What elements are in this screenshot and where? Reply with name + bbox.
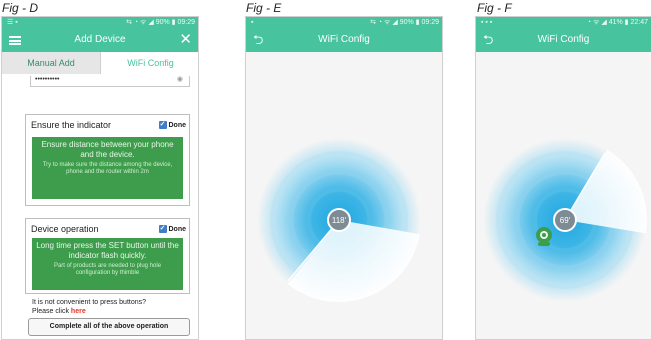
instruction-box: Long time press the SET button until the… [32, 238, 183, 290]
app-bar: ⮌ WiFi Config [246, 28, 442, 52]
done-checkbox[interactable]: ✓ Done [158, 121, 187, 129]
password-value: •••••••••• [35, 76, 60, 83]
app-bar: ⮌ WiFi Config [476, 28, 651, 52]
done-label: Done [168, 225, 187, 233]
status-bar: ▪ ⇆ ◔ ᯤ ◢ 90% ▮ 09:29 [246, 17, 442, 28]
status-right-text: ◔ ᯤ ◢ 41% ▮ 22:47 [586, 19, 648, 26]
page-title: Add Device [74, 34, 126, 45]
radar-svg: 118' [257, 138, 421, 302]
fig-f-label: Fig - F [477, 1, 512, 15]
fig-d-label: Fig - D [2, 1, 38, 15]
done-label: Done [168, 121, 187, 129]
status-bar: ☰ ▪ ⇆ ◔ ᯤ ◢ 90% ▮ 09:29 [2, 17, 198, 28]
password-field[interactable]: •••••••••• ◉ [30, 76, 190, 87]
phone-fig-d: ☰ ▪ ⇆ ◔ ᯤ ◢ 90% ▮ 09:29 Add Device ✕ Man… [1, 16, 199, 340]
page-title: WiFi Config [318, 34, 370, 45]
phone-fig-f: ▪ ▪ ▪ ◔ ᯤ ◢ 41% ▮ 22:47 ⮌ WiFi Config 69 [475, 16, 651, 340]
radar-svg: 69' [483, 138, 647, 302]
checkbox-checked-icon: ✓ [158, 121, 167, 129]
page-title: WiFi Config [537, 34, 590, 45]
inconvenient-text: It is not convenient to press buttons? P… [32, 298, 146, 316]
tab-bar: Manual Add WiFi Config [2, 52, 198, 74]
status-left-icons: ▪ [251, 19, 254, 26]
angle-text: 118' [332, 216, 347, 225]
tab-manual-add[interactable]: Manual Add [2, 52, 101, 74]
instruction-sub: Part of products are needed to plug hole… [53, 263, 162, 276]
instruction-box: Ensure distance between your phone and t… [32, 137, 183, 199]
tab-wifi-config[interactable]: WiFi Config [101, 52, 198, 74]
angle-text: 69' [560, 216, 571, 225]
status-left-icons: ☰ ▪ [7, 19, 18, 26]
ensure-indicator-card: Ensure the indicator ✓ Done Ensure distan… [25, 114, 190, 206]
fig-e-label: Fig - E [246, 1, 282, 15]
radar-area: 69' [476, 52, 651, 339]
instruction-sub: Try to make sure the distance among the … [42, 162, 173, 175]
radar-area: 118' [246, 52, 442, 339]
instruction-main: Ensure distance between your phone and t… [41, 140, 174, 159]
status-right-text: ⇆ ◔ ᯤ ◢ 90% ▮ 09:29 [126, 19, 195, 26]
eye-icon[interactable]: ◉ [177, 76, 183, 84]
phone-fig-e: ▪ ⇆ ◔ ᯤ ◢ 90% ▮ 09:29 ⮌ WiFi Config 118' [245, 16, 443, 340]
device-operation-card: Device operation ✓ Done Long time press t… [25, 218, 190, 294]
done-checkbox[interactable]: ✓ Done [158, 225, 187, 233]
status-right-text: ⇆ ◔ ᯤ ◢ 90% ▮ 09:29 [370, 19, 439, 26]
app-bar: Add Device ✕ [2, 28, 198, 52]
inconvenient-question: It is not convenient to press buttons? [32, 299, 147, 306]
instruction-main: Long time press the SET button until the… [36, 241, 179, 260]
status-bar: ▪ ▪ ▪ ◔ ᯤ ◢ 41% ▮ 22:47 [476, 17, 651, 28]
please-click-label: Please click [32, 308, 69, 315]
close-icon[interactable]: ✕ [179, 28, 192, 52]
here-link[interactable]: here [71, 308, 86, 315]
found-device-icon [536, 227, 552, 246]
complete-operation-button[interactable]: Complete all of the above operation [28, 318, 190, 336]
status-left-icons: ▪ ▪ ▪ [481, 19, 493, 26]
card-title: Ensure the indicator [31, 120, 112, 130]
checkbox-checked-icon: ✓ [158, 225, 167, 233]
card-title: Device operation [31, 224, 99, 234]
